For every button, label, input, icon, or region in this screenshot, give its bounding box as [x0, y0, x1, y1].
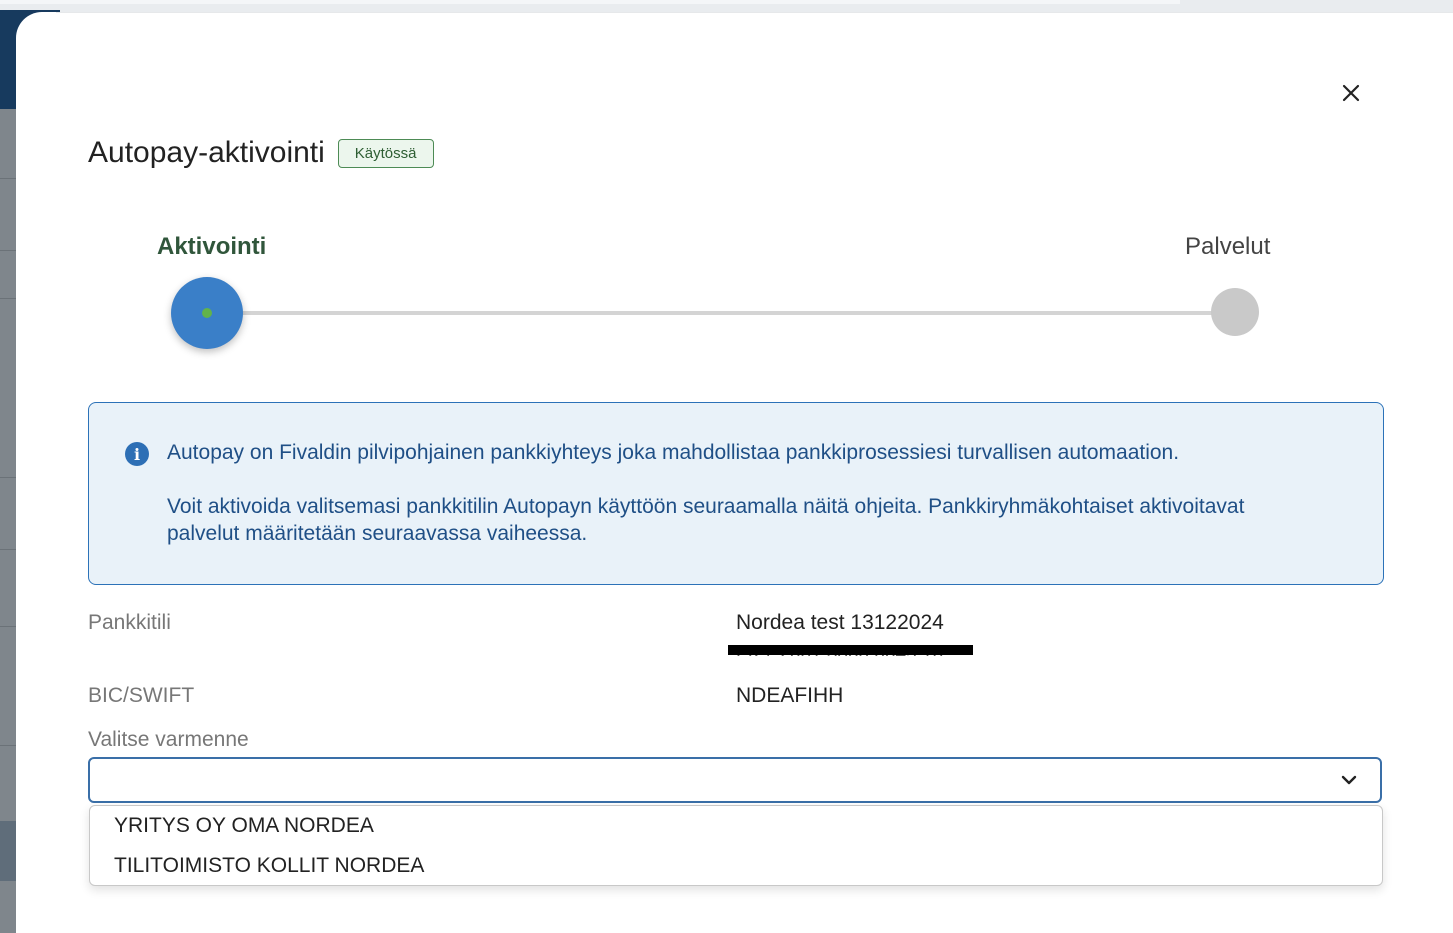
info-text: Autopay on Fivaldin pilvipohjainen pankk… [167, 439, 1307, 574]
status-badge: Käytössä [337, 138, 434, 168]
info-box: i Autopay on Fivaldin pilvipohjainen pan… [88, 402, 1384, 585]
step-label-services: Palvelut [1185, 233, 1271, 260]
step-active-dot [202, 308, 212, 318]
bank-account-label: Pankkitili [88, 611, 171, 634]
chevron-down-icon [1341, 775, 1357, 785]
modal-top-divider [56, 12, 1453, 13]
dropdown-option[interactable]: YRITYS OY OMA NORDEA [114, 814, 374, 838]
modal-header: Autopay-aktivointi Käytössä [88, 136, 434, 170]
info-paragraph-2: Voit aktivoida valitsemasi pankkitilin A… [167, 495, 1245, 545]
close-icon [1342, 84, 1360, 102]
autopay-modal: Autopay-aktivointi Käytössä Aktivointi P… [16, 12, 1453, 933]
stepper-track [242, 311, 1212, 315]
step-label-activation: Aktivointi [157, 233, 267, 260]
background-top-bar [0, 0, 1180, 4]
bic-label: BIC/SWIFT [88, 684, 195, 707]
certificate-select-label: Valitse varmenne [88, 728, 249, 751]
dropdown-option[interactable]: TILITOIMISTO KOLLIT NORDEA [114, 854, 424, 878]
certificate-select[interactable] [88, 757, 1382, 803]
bank-account-value: Nordea test 13122024 [736, 611, 944, 634]
modal-title: Autopay-aktivointi [88, 136, 325, 169]
bic-value: NDEAFIHH [736, 684, 844, 707]
step-indicator-activation[interactable] [171, 277, 243, 349]
info-icon: i [125, 442, 149, 466]
info-paragraph-1: Autopay on Fivaldin pilvipohjainen pankk… [167, 441, 1180, 464]
step-indicator-services[interactable] [1211, 288, 1259, 336]
certificate-dropdown-menu: YRITYS OY OMA NORDEA TILITOIMISTO KOLLIT… [89, 805, 1383, 886]
redaction-bar [728, 645, 973, 655]
close-button[interactable] [1336, 78, 1366, 108]
